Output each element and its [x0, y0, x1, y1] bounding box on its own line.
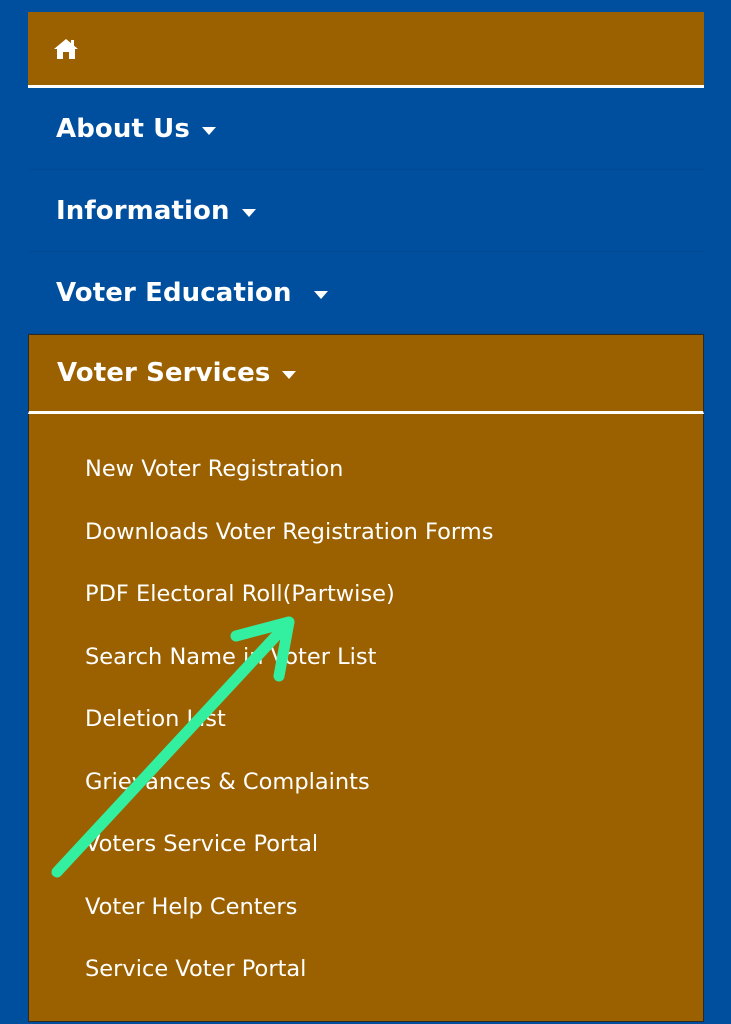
nav-voter-education[interactable]: Voter Education — [28, 252, 704, 334]
home-button[interactable] — [28, 12, 704, 88]
submenu-voters-service-portal[interactable]: Voters Service Portal — [29, 813, 703, 876]
submenu-search-name[interactable]: Search Name in Voter List — [29, 626, 703, 689]
submenu-download-forms[interactable]: Downloads Voter Registration Forms — [29, 501, 703, 564]
submenu-grievances[interactable]: Grievances & Complaints — [29, 751, 703, 814]
voter-services-submenu: New Voter Registration Downloads Voter R… — [28, 414, 704, 1022]
caret-down-icon — [201, 126, 216, 135]
submenu-new-voter-registration[interactable]: New Voter Registration — [29, 438, 703, 501]
caret-down-icon — [282, 371, 297, 379]
caret-down-icon — [241, 208, 256, 217]
nav-about-us[interactable]: About Us — [28, 88, 704, 170]
nav-information-label: Information — [56, 195, 230, 226]
nav-voter-services-label: Voter Services — [57, 358, 271, 388]
submenu-pdf-electoral-roll[interactable]: PDF Electoral Roll(Partwise) — [29, 563, 703, 626]
home-icon — [52, 37, 80, 61]
nav-about-us-label: About Us — [56, 113, 190, 144]
nav-voter-education-label: Voter Education — [56, 277, 292, 308]
submenu-service-voter-portal[interactable]: Service Voter Portal — [29, 938, 703, 1001]
nav-information[interactable]: Information — [28, 170, 704, 252]
nav-voter-services[interactable]: Voter Services — [28, 334, 704, 414]
main-nav-menu: About Us Information Voter Education Vot… — [28, 12, 704, 1022]
caret-down-icon — [313, 290, 328, 299]
submenu-deletion-list[interactable]: Deletion List — [29, 688, 703, 751]
submenu-voter-help-centers[interactable]: Voter Help Centers — [29, 876, 703, 939]
